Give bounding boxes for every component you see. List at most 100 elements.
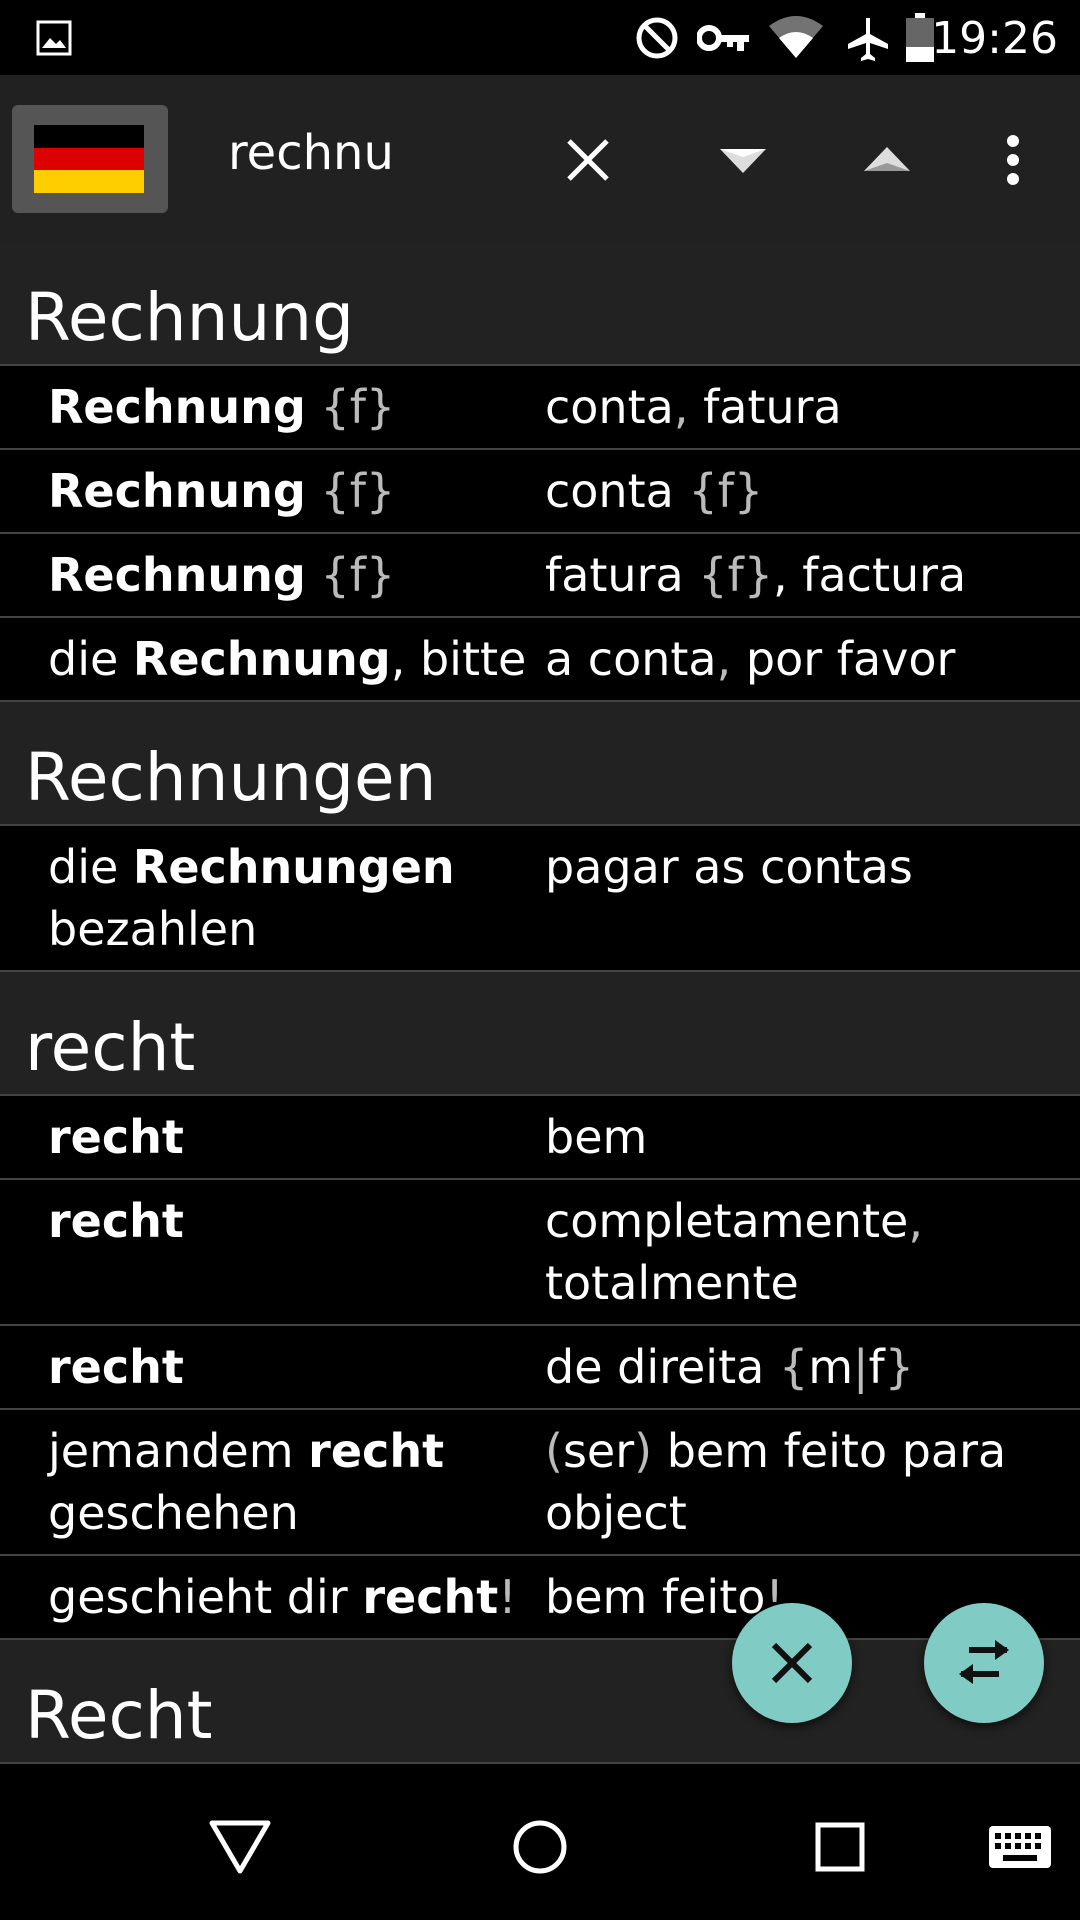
flag-stripe-gold [34,170,144,193]
grammar-marker: {f} [320,380,396,434]
keyword-text: Rechnung [132,632,391,686]
portuguese-translation: (ser) bem feito para object [545,1420,1080,1544]
translation-row[interactable]: recht bem [0,1096,1080,1180]
german-term: recht [0,1190,545,1314]
text-segment: conta [545,464,689,518]
text-segment: por favor [731,632,956,686]
grammar-marker: | [853,1340,869,1394]
overflow-menu-button[interactable] [968,115,1058,205]
toolbar: rechnu [0,75,1080,242]
results-list[interactable]: Rechnung Rechnung {f} conta, fatura Rechnun… [0,242,1080,1774]
grammar-marker: {f} [688,464,764,518]
section-title: Rechnung [25,279,355,356]
text-segment: die [48,840,133,894]
portuguese-translation: bem [545,1106,1080,1168]
clear-search-button[interactable] [543,115,633,205]
keyword-text: recht [362,1570,499,1624]
recents-icon [815,1822,865,1872]
text-segment [306,548,321,602]
keyword-text: Rechnung [48,548,306,602]
vpn-key-icon [696,0,752,75]
clear-fab-button[interactable] [732,1603,852,1723]
swap-languages-fab-button[interactable] [924,1603,1044,1723]
recents-button[interactable] [790,1797,890,1897]
translation-row[interactable]: jemandem recht geschehen (ser) bem feito … [0,1410,1080,1556]
german-term: jemandem recht geschehen [0,1420,545,1544]
translation-row[interactable]: die Rechnung, bitte a conta, por favor [0,618,1080,702]
keyword-text: Rechnung [48,464,306,518]
status-bar: 19:26 [0,0,1080,75]
keyword-text: recht [48,1340,184,1394]
portuguese-translation: a conta, por favor [545,628,1080,690]
do-not-disturb-icon [632,0,682,75]
text-segment: totalmente [545,1256,799,1310]
grammar-marker: {f} [320,464,396,518]
german-term: geschieht dir recht! [0,1566,545,1628]
translation-row[interactable]: die Rechnungen bezahlen pagar as contas [0,826,1080,972]
text-segment: bem [545,1110,648,1164]
translation-row[interactable]: recht de direita {m|f} [0,1326,1080,1410]
close-icon [771,1642,813,1684]
grammar-marker: , [673,380,689,434]
back-icon [209,1820,271,1874]
flag-stripe-black [34,125,144,148]
text-segment: jemandem [48,1424,309,1478]
german-term: Rechnung {f} [0,544,545,606]
close-icon [567,139,609,181]
text-segment: fatura [688,380,842,434]
text-segment: f [868,1340,885,1394]
triangle-down-icon [720,149,766,173]
clock: 19:26 [931,13,1058,64]
previous-result-button[interactable] [842,115,932,205]
keyword-text: Rechnung [48,380,306,434]
text-segment: die [48,632,133,686]
text-segment: factura [787,548,967,602]
back-button[interactable] [190,1797,290,1897]
triangle-up-icon [864,147,910,171]
swap-horiz-icon [959,1640,1009,1684]
text-segment [306,380,321,434]
german-term: recht [0,1336,545,1398]
text-segment: geschehen [48,1486,299,1540]
text-segment: conta [545,380,674,434]
portuguese-translation: conta, fatura [545,376,1080,438]
text-segment: , bitte [390,632,527,686]
translation-row[interactable]: recht completamente, totalmente [0,1180,1080,1326]
translation-row[interactable]: geschieht dir recht! bem feito! [0,1556,1080,1640]
portuguese-translation: completamente, totalmente [545,1190,1080,1314]
german-term: Rechnung {f} [0,376,545,438]
translation-row[interactable]: Rechnung {f} conta, fatura [0,366,1080,450]
portuguese-translation: fatura {f}, factura [545,544,1080,606]
home-icon [513,1820,567,1874]
text-segment: de direita [545,1340,779,1394]
keyword-text: recht [48,1110,184,1164]
text-segment: m [808,1340,854,1394]
translation-row[interactable]: Rechnung {f} fatura {f}, factura [0,534,1080,618]
next-result-button[interactable] [698,115,788,205]
german-term: recht [0,1106,545,1168]
translation-row[interactable]: Rechnung {f} conta {f} [0,450,1080,534]
home-button[interactable] [490,1797,590,1897]
text-segment: , [773,548,788,602]
keyword-text: Rechnungen [132,840,455,894]
text-segment: a conta [545,632,717,686]
germany-flag-icon [34,125,144,193]
image-notification-icon [34,0,74,75]
keyword-text: recht [48,1194,184,1248]
section-header: recht [0,972,1080,1096]
section-title: recht [25,1009,196,1086]
translation-row[interactable]: Recht {n}direito {m} [0,1764,1080,1774]
wifi-icon [766,0,826,75]
search-input[interactable]: rechnu [228,125,394,181]
portuguese-translation: de direita {m|f} [545,1336,1080,1398]
keyboard-button[interactable] [970,1797,1070,1897]
section-header: Recht [0,1640,1080,1764]
grammar-marker: , [716,632,732,686]
text-segment: pagar as contas [545,840,913,894]
keyboard-icon [989,1826,1051,1868]
grammar-marker: {f} [698,548,774,602]
language-selector-button[interactable] [12,105,168,213]
text-segment: bem feito [545,1570,766,1624]
grammar-marker: ( [545,1424,563,1478]
text-segment: geschieht dir [48,1570,363,1624]
